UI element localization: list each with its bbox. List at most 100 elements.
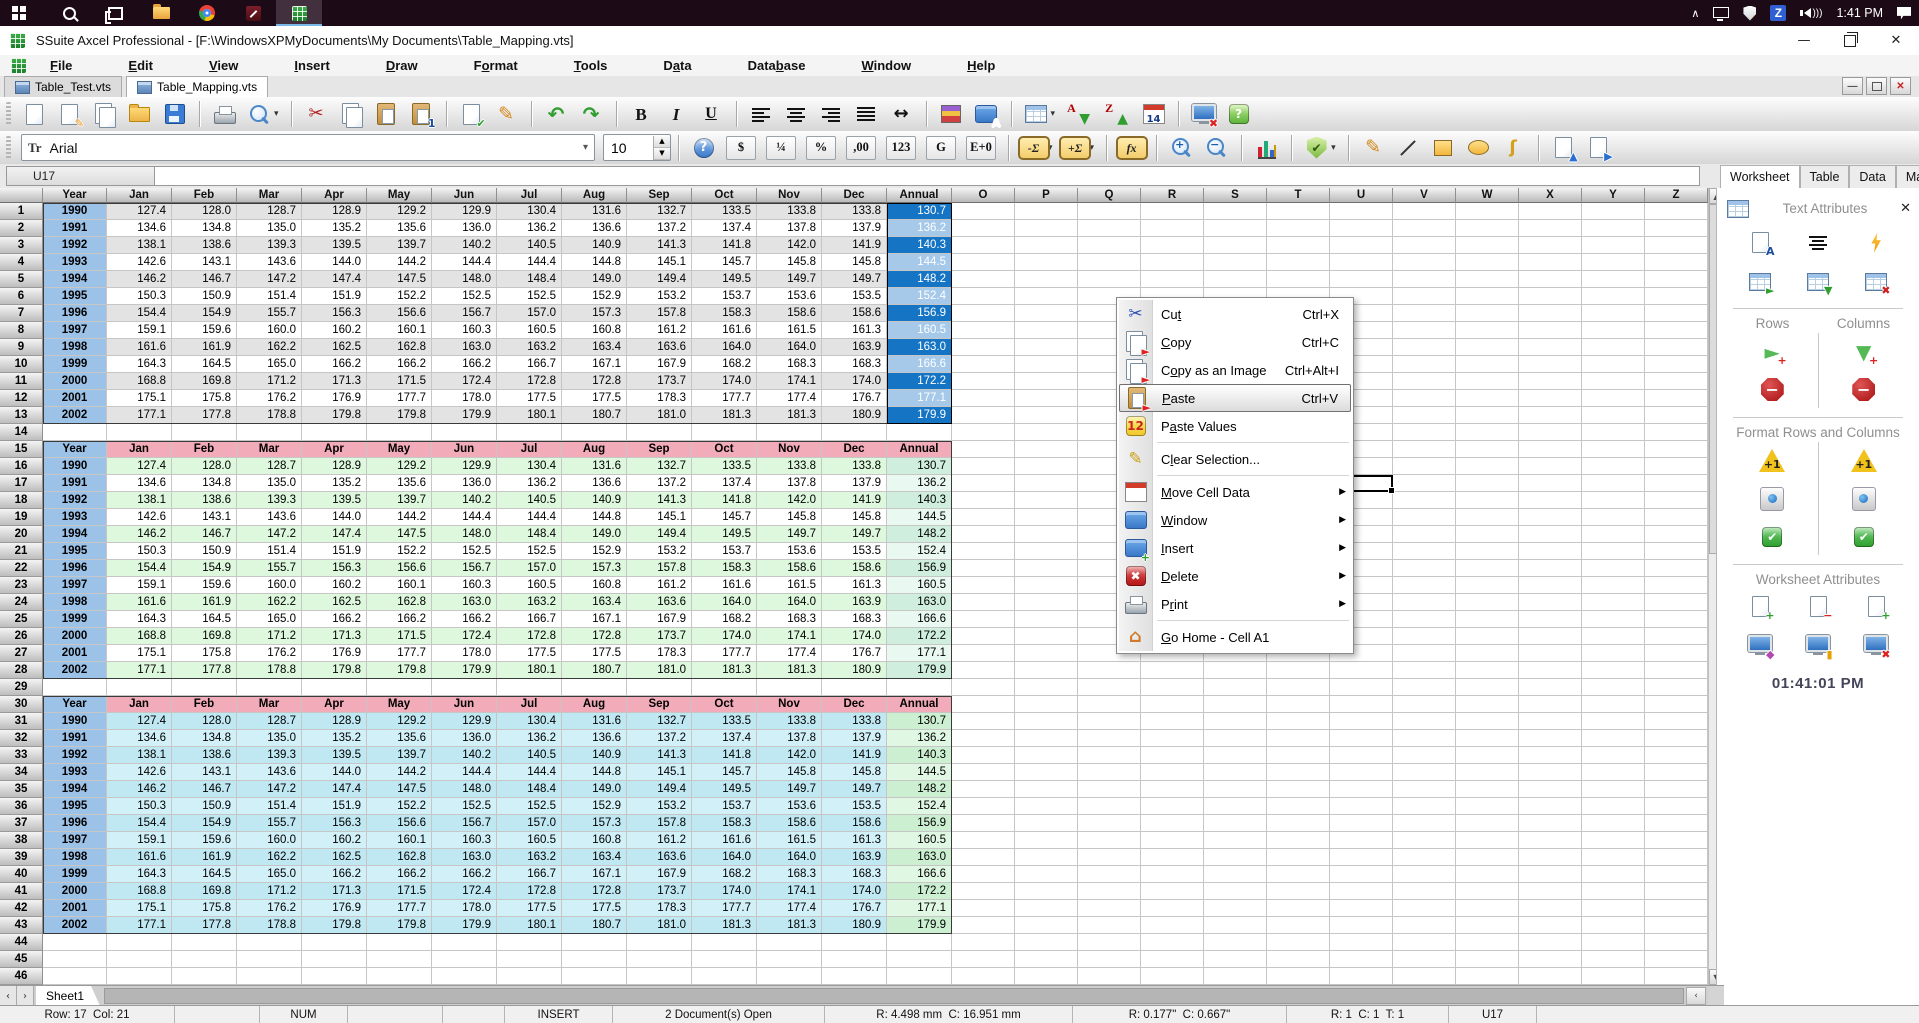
cell[interactable] [1456,917,1519,934]
cell[interactable] [1456,662,1519,679]
cell[interactable]: 174.0 [822,373,887,390]
cell[interactable] [1204,220,1267,237]
sum-minus-icon-button[interactable]: -Σ▾ [1019,133,1055,162]
cell[interactable] [562,968,627,985]
new-document-icon-button[interactable] [20,100,49,129]
cell[interactable] [1393,883,1456,900]
cell[interactable]: 148.0 [432,781,497,798]
cell[interactable] [952,662,1015,679]
cell[interactable] [1645,458,1708,475]
sheet-prev-button[interactable]: ‹ [0,986,17,1006]
cell[interactable] [757,934,822,951]
cell[interactable] [1078,934,1141,951]
cell[interactable] [1582,424,1645,441]
cell[interactable]: 139.7 [367,747,432,764]
cell[interactable] [887,951,952,968]
cell[interactable] [43,934,107,951]
document-tab-table_test-vts[interactable]: Table_Test.vts [4,76,122,97]
cell[interactable] [1645,271,1708,288]
column-header-w[interactable]: W [1456,188,1519,203]
cell[interactable]: 164.5 [172,866,237,883]
cell[interactable] [237,934,302,951]
cell[interactable] [1204,968,1267,985]
cell[interactable] [1393,662,1456,679]
help-assist-icon-button[interactable]: ? [689,133,718,162]
cell[interactable]: 156.3 [302,305,367,322]
cell[interactable] [1015,662,1078,679]
cell[interactable]: 156.6 [367,815,432,832]
cell[interactable]: 166.6 [887,866,952,883]
cell[interactable] [1267,968,1330,985]
row-header-27[interactable]: 27 [0,645,43,662]
row-header-34[interactable]: 34 [0,764,43,781]
cell[interactable]: 157.3 [562,560,627,577]
cell[interactable]: 168.3 [757,611,822,628]
cell[interactable]: 178.0 [432,390,497,407]
cell[interactable]: 169.8 [172,628,237,645]
cell[interactable]: 144.5 [887,764,952,781]
cell[interactable]: 153.2 [627,543,692,560]
font-size-stepper[interactable]: 10▲▼ [603,134,671,161]
cell[interactable] [1456,441,1519,458]
cell[interactable] [1015,441,1078,458]
cell[interactable] [1645,849,1708,866]
cell[interactable]: 151.4 [237,798,302,815]
cell[interactable]: Annual [887,696,952,713]
cell[interactable] [562,934,627,951]
cell[interactable]: 157.0 [497,815,562,832]
cell[interactable]: 158.6 [822,305,887,322]
cell[interactable]: 164.5 [172,611,237,628]
cell[interactable]: 177.5 [562,645,627,662]
cell[interactable]: 165.0 [237,866,302,883]
panel-tab-table[interactable]: Table [1800,165,1850,188]
row-header-40[interactable]: 40 [0,866,43,883]
cell[interactable]: 166.6 [887,356,952,373]
cell[interactable]: 149.5 [692,781,757,798]
cell[interactable]: 141.9 [822,492,887,509]
cell[interactable]: 141.9 [822,747,887,764]
column-width-dial-icon[interactable] [1851,486,1876,511]
cell[interactable]: 177.7 [367,900,432,917]
cell[interactable]: Jun [432,696,497,713]
cell[interactable]: 157.3 [562,305,627,322]
cell[interactable] [1015,560,1078,577]
cell[interactable] [952,458,1015,475]
cell[interactable] [1078,849,1141,866]
cell[interactable] [1204,883,1267,900]
cell[interactable] [1582,934,1645,951]
cell[interactable]: 148.2 [887,271,952,288]
security-shield-icon[interactable] [1743,6,1756,21]
cell[interactable]: 145.8 [757,254,822,271]
cell[interactable]: 161.3 [822,577,887,594]
cell[interactable]: 133.8 [822,713,887,730]
cell[interactable]: 159.6 [172,322,237,339]
cell[interactable]: 134.6 [107,475,172,492]
cell[interactable] [1393,764,1456,781]
cell[interactable]: 160.1 [367,832,432,849]
cell[interactable]: 2001 [43,900,107,917]
draw-line-icon-button[interactable] [1394,133,1423,162]
cell[interactable]: 139.7 [367,237,432,254]
cell[interactable]: 148.2 [887,781,952,798]
cell[interactable]: 152.9 [562,543,627,560]
cut-icon-button[interactable]: ✂ [302,100,331,129]
cell[interactable]: 140.9 [562,237,627,254]
cell[interactable] [1519,645,1582,662]
cell[interactable]: 150.9 [172,288,237,305]
cell[interactable]: 139.7 [367,492,432,509]
cell[interactable] [1015,407,1078,424]
cell[interactable] [1393,747,1456,764]
cell[interactable]: 163.4 [562,849,627,866]
cell[interactable] [1645,407,1708,424]
cell[interactable]: 179.8 [302,662,367,679]
cell[interactable] [1645,798,1708,815]
cell[interactable] [1267,849,1330,866]
cell[interactable] [1456,747,1519,764]
cell[interactable] [1456,339,1519,356]
context-menu-item-print[interactable]: Print▶ [1119,590,1351,618]
cell[interactable]: 153.6 [757,543,822,560]
cell[interactable] [1204,798,1267,815]
row-header-28[interactable]: 28 [0,662,43,679]
cell[interactable]: Mar [237,696,302,713]
cell[interactable]: 137.8 [757,730,822,747]
